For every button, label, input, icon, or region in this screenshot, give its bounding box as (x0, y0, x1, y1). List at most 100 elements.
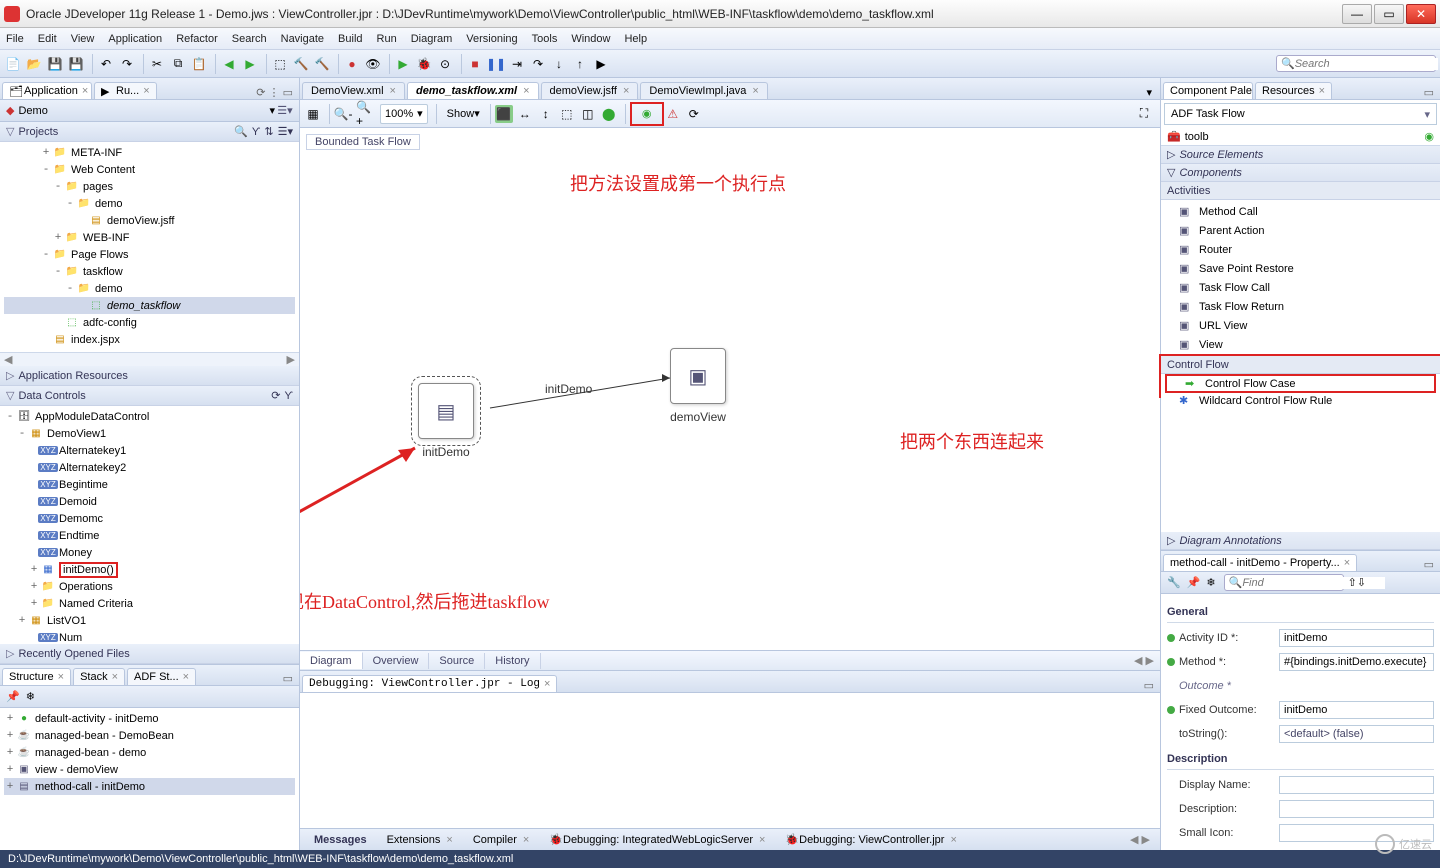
menu-help[interactable]: Help (624, 33, 647, 45)
palette-item[interactable]: ▣View (1161, 335, 1440, 354)
tool8-icon[interactable]: ⚠ (664, 105, 682, 123)
tree-item[interactable]: +●default-activity - initDemo (4, 710, 295, 727)
msgtab-debug-wls[interactable]: 🐞Debugging: IntegratedWebLogicServer× (539, 831, 775, 848)
tool3-icon[interactable]: ↕ (537, 105, 555, 123)
projects-header[interactable]: ▽Projects 🔍 Ƴ ⇅ ☰▾ (0, 122, 299, 142)
tool5-icon[interactable]: ◫ (579, 105, 597, 123)
left-toolbar-icons[interactable]: ⟳ ⋮ ▭ (252, 86, 297, 99)
btab-overview[interactable]: Overview (363, 653, 430, 669)
tree-item[interactable]: +📁Named Criteria (4, 595, 295, 612)
default-activity-button[interactable]: ◉ (630, 102, 664, 126)
zoom-selector[interactable]: 100%▾ (380, 104, 428, 124)
section-general[interactable]: General (1167, 602, 1434, 623)
tree-item[interactable]: -📁demo (4, 280, 295, 297)
tree-item[interactable]: +▣view - demoView (4, 761, 295, 778)
btab-diagram[interactable]: Diagram (300, 652, 363, 669)
menu-diagram[interactable]: Diagram (411, 33, 453, 45)
btab-source[interactable]: Source (429, 653, 485, 669)
palette-item[interactable]: ▣URL View (1161, 316, 1440, 335)
zoomout-icon[interactable]: 🔍- (334, 105, 352, 123)
tree-item[interactable]: +▦ListVO1 (4, 612, 295, 629)
log-body[interactable] (300, 693, 1160, 828)
tree-item[interactable]: +▤method-call - initDemo (4, 778, 295, 795)
msgtab-debug-vc[interactable]: 🐞Debugging: ViewController.jpr× (775, 831, 966, 848)
msgtab-extensions[interactable]: Extensions× (377, 832, 463, 848)
tree-item[interactable]: -📁Page Flows (4, 246, 295, 263)
tree-item[interactable]: XYZNum (4, 629, 295, 644)
thumbnails-icon[interactable]: ▦ (304, 105, 322, 123)
msgtab-messages[interactable]: Messages (304, 832, 377, 848)
tree-item[interactable]: +📁META-INF (4, 144, 295, 161)
tab-resources[interactable]: Resources× (1255, 82, 1332, 99)
find-icon[interactable]: 🔍 (234, 125, 248, 138)
app-selector[interactable]: Demo (18, 105, 269, 117)
menu-edit[interactable]: Edit (38, 33, 57, 45)
tab-demoview-xml[interactable]: DemoView.xml× (302, 82, 405, 99)
tree-item[interactable]: -📁Web Content (4, 161, 295, 178)
tab-debug-log[interactable]: Debugging: ViewController.jpr - Log× (302, 675, 557, 692)
group-source[interactable]: ▷Source Elements (1161, 146, 1440, 164)
prop-nav-down[interactable]: ⇩ (1357, 576, 1366, 589)
filter-icon[interactable]: Ƴ (285, 390, 294, 402)
tree-item[interactable]: XYZDemomc (4, 510, 295, 527)
show-dropdown[interactable]: Show▾ (441, 107, 486, 120)
tree-item[interactable]: +☕managed-bean - DemoBean (4, 727, 295, 744)
global-search[interactable]: 🔍 (1276, 55, 1436, 72)
close-button[interactable]: ✕ (1406, 4, 1436, 24)
tab-component-palette[interactable]: Component Palette× (1163, 82, 1253, 99)
tree-item[interactable]: XYZMoney (4, 544, 295, 561)
palette-wildcard-rule[interactable]: ✱Wildcard Control Flow Rule (1161, 391, 1440, 410)
dropdown-icon[interactable]: ▾ (269, 104, 275, 117)
node-initdemo[interactable]: ▤ initDemo (418, 383, 474, 459)
menu-versioning[interactable]: Versioning (466, 33, 517, 45)
projects-tree[interactable]: +📁META-INF-📁Web Content-📁pages-📁demo ▤de… (0, 142, 299, 352)
group-diagram-annotations[interactable]: ▷Diagram Annotations (1161, 532, 1440, 550)
deploy-icon[interactable]: ⬚ (271, 55, 289, 73)
group-components[interactable]: ▽Components (1161, 164, 1440, 182)
tab-adf-structure[interactable]: ADF St...× (127, 668, 196, 685)
pin-icon[interactable]: 📌 (1187, 576, 1201, 589)
refresh-icon[interactable]: ⟳ (271, 389, 280, 402)
build-icon[interactable]: 🔨 (292, 55, 310, 73)
recent-files-header[interactable]: ▷Recently Opened Files (0, 644, 299, 664)
rebuild-icon[interactable]: 🔨 (313, 55, 331, 73)
stepinto-icon[interactable]: ↓ (550, 55, 568, 73)
menu-refactor[interactable]: Refactor (176, 33, 218, 45)
stepout-icon[interactable]: ↑ (571, 55, 589, 73)
menu-icon[interactable]: ☰▾ (278, 125, 293, 138)
tab-demoview-jsff[interactable]: demoView.jsff× (541, 82, 639, 99)
tree-item[interactable]: ▤demoView.jsff (4, 212, 295, 229)
taskflow-canvas[interactable]: Bounded Task Flow 把方法设置成第一个执行点 把两个东西连起来 … (300, 128, 1160, 650)
tree-item[interactable]: XYZBegintime (4, 476, 295, 493)
tree-item[interactable]: +📁WEB-INF (4, 229, 295, 246)
tool2-icon[interactable]: ↔ (516, 105, 534, 123)
tool6-icon[interactable]: ⬤ (600, 105, 618, 123)
cut-icon[interactable]: ✂ (148, 55, 166, 73)
back-icon[interactable]: ◀ (220, 55, 238, 73)
save-icon[interactable]: 💾 (46, 55, 64, 73)
tool9-icon[interactable]: ⟳ (685, 105, 703, 123)
prop-method[interactable] (1279, 653, 1434, 671)
msgtab-compiler[interactable]: Compiler× (463, 832, 539, 848)
fwd-icon[interactable]: ▶ (241, 55, 259, 73)
close-icon[interactable]: × (143, 85, 149, 97)
pause-icon[interactable]: ❚❚ (487, 55, 505, 73)
palette-item[interactable]: ▣Method Call (1161, 202, 1440, 221)
menu-window[interactable]: Window (571, 33, 610, 45)
tab-application[interactable]: 🗂Application× (2, 82, 92, 99)
structure-tree[interactable]: +●default-activity - initDemo+☕managed-b… (0, 708, 299, 850)
freeze-icon[interactable]: ❄ (26, 690, 35, 703)
tree-item[interactable]: ⬚demo_taskflow (4, 297, 295, 314)
palette-item[interactable]: ▣Save Point Restore (1161, 259, 1440, 278)
tree-item[interactable]: +☕managed-bean - demo (4, 744, 295, 761)
menu-application[interactable]: Application (108, 33, 162, 45)
pin-icon[interactable]: 📌 (6, 690, 20, 703)
sort-icon[interactable]: ⇅ (264, 125, 273, 138)
copy-icon[interactable]: ⧉ (169, 55, 187, 73)
flow-label[interactable]: initDemo (545, 382, 592, 396)
menu-view[interactable]: View (71, 33, 95, 45)
tree-item[interactable]: -📁demo (4, 195, 295, 212)
tab-run-manager[interactable]: ▶Ru...× (94, 82, 157, 99)
app-menu-icon[interactable]: ☰▾ (277, 103, 293, 119)
menu-tools[interactable]: Tools (532, 33, 558, 45)
